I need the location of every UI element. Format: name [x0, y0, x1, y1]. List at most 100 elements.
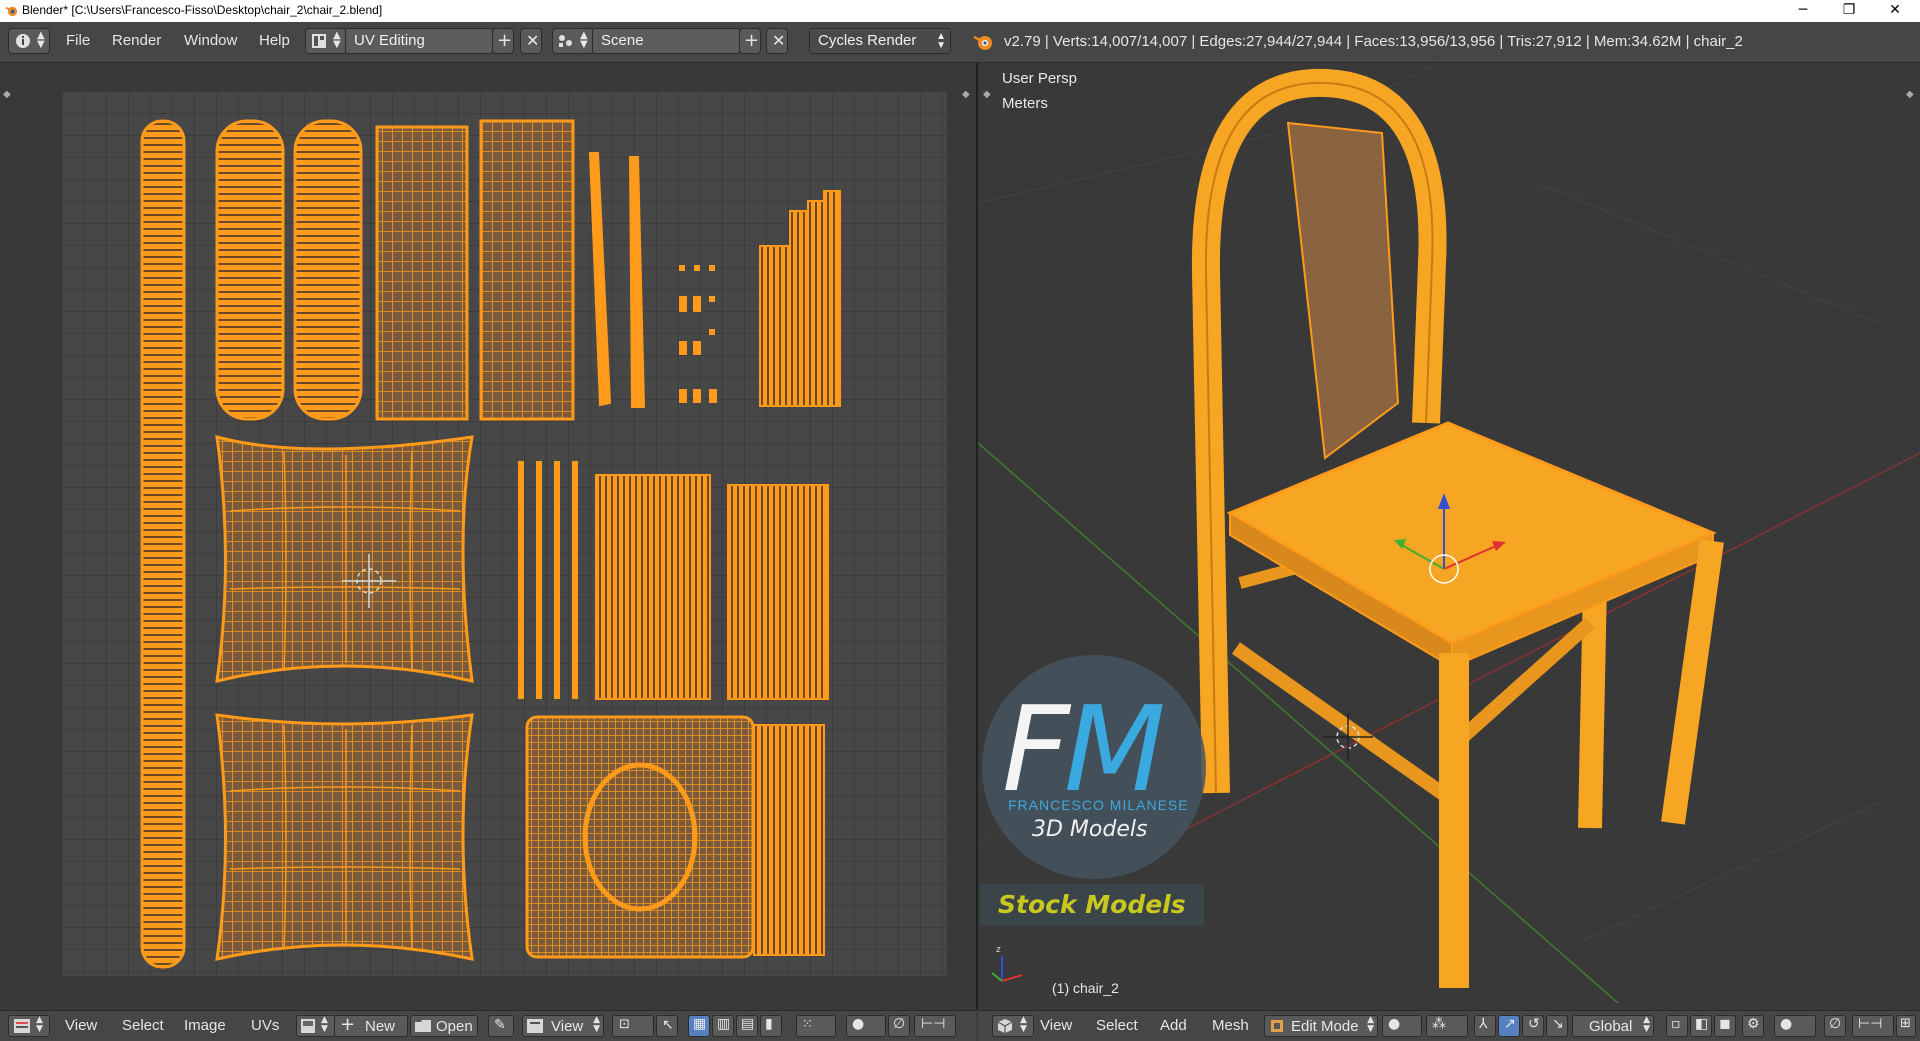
scale-icon: ↘ [1552, 1016, 1564, 1032]
manipulator-toggle-button[interactable]: ⅄ [1474, 1015, 1496, 1037]
uv-island-column-2[interactable] [479, 119, 575, 421]
pin-icon: ✎ [494, 1017, 506, 1033]
pin-button[interactable]: ✎ [488, 1015, 514, 1037]
translate-manipulator-button[interactable]: ↗ [1498, 1015, 1520, 1037]
add-scene-button[interactable]: + [739, 28, 761, 54]
uv-island-oval-2[interactable] [293, 119, 363, 421]
minimize-button[interactable]: ─ [1780, 0, 1826, 22]
menu-file[interactable]: File [66, 32, 90, 49]
delete-scene-button[interactable]: ✕ [766, 28, 788, 54]
viewport-menu-add[interactable]: Add [1160, 1017, 1187, 1034]
rotate-manipulator-button[interactable]: ↺ [1522, 1015, 1544, 1037]
viewport-menu-mesh[interactable]: Mesh [1212, 1017, 1249, 1034]
new-image-button[interactable]: + New [334, 1014, 408, 1037]
blender-app-icon [5, 6, 18, 17]
editor-type-button[interactable]: ▲ ▼ [8, 1015, 50, 1037]
uv-grid[interactable] [62, 91, 947, 976]
delete-layout-button[interactable]: ✕ [520, 28, 542, 54]
face-select-icon: ▤ [741, 1016, 755, 1032]
updown-arrows-icon: ▲ ▼ [580, 30, 588, 50]
region-toggle-right-icon[interactable]: ◆ [962, 89, 970, 100]
sync-select-button[interactable]: ⁙ [796, 1015, 836, 1037]
uv-island-column-1[interactable] [375, 125, 469, 421]
screen-layout-icon [312, 34, 326, 48]
3d-view-icon [997, 1019, 1013, 1033]
scene-field[interactable]: Scene [592, 28, 740, 54]
render-engine-select[interactable]: Cycles Render ▲ ▼ [809, 28, 951, 54]
viewport-editor-type-button[interactable]: ▲ ▼ [992, 1015, 1034, 1037]
snap-target-button[interactable]: ⊞ [1896, 1015, 1916, 1037]
uv-island-dense-strip[interactable] [753, 724, 825, 956]
uv-island-small-pieces[interactable] [679, 265, 717, 403]
menu-window[interactable]: Window [184, 32, 237, 49]
uv-island-seat-top[interactable] [215, 434, 474, 683]
snap-toggle-button[interactable]: ∅ [1824, 1015, 1846, 1037]
uv-island-oval-1[interactable] [215, 119, 285, 421]
plus-icon: + [497, 30, 513, 51]
blender-logo-icon [973, 35, 992, 50]
orientation-select[interactable]: Global ▲ ▼ [1572, 1015, 1654, 1037]
snap-button[interactable]: ∅ [888, 1015, 910, 1037]
viewport-footer: ▲ ▼ View Select Add Mesh Edit Mode ▲ ▼ ● ⁂… [978, 1010, 1920, 1041]
add-layout-button[interactable]: + [492, 28, 514, 54]
updown-arrows-icon: ▲ ▼ [1020, 1015, 1027, 1034]
uv-island-long-strip[interactable] [140, 119, 186, 969]
viewport-shading-button[interactable]: ● [1382, 1015, 1422, 1037]
footer-menu-image[interactable]: Image [184, 1017, 226, 1034]
pivot-button[interactable]: ⊡ [612, 1015, 654, 1037]
uv-select-edge-button[interactable]: ▥ [712, 1015, 734, 1037]
uv-select-island-button[interactable]: ▮ [760, 1015, 782, 1037]
scale-manipulator-button[interactable]: ↘ [1546, 1015, 1568, 1037]
vertex-select-mode-button[interactable]: ▫ [1666, 1015, 1688, 1037]
open-image-button[interactable]: Open [410, 1015, 478, 1037]
island-select-icon: ▮ [765, 1016, 773, 1032]
snap-element-select[interactable]: ⊢⊣ [1852, 1015, 1894, 1037]
uv-island-thin-strip-2[interactable] [628, 156, 646, 408]
uv-select-face-button[interactable]: ▤ [736, 1015, 758, 1037]
region-toggle-left-icon[interactable]: ◆ [3, 89, 11, 100]
sticky-select-button[interactable]: ↖ [656, 1015, 678, 1037]
proportional-editing-button[interactable]: ● [1774, 1015, 1816, 1037]
uv-island-leg-strips[interactable] [595, 474, 829, 700]
x-icon: ✕ [772, 31, 786, 50]
updown-arrows-icon: ▲ ▼ [333, 30, 341, 50]
uv-island-thin-strip-1[interactable] [588, 152, 612, 407]
screen-layout-button[interactable]: ▲ ▼ [305, 28, 347, 54]
face-select-mode-button[interactable]: ◼ [1714, 1015, 1736, 1037]
view-mode-select[interactable]: View ▲ ▼ [522, 1015, 604, 1037]
manipulator-icon: ⅄ [1479, 1016, 1488, 1032]
snap-element-icon: ⊢⊣ [921, 1016, 946, 1032]
scene-stats: v2.79 | Verts:14,007/14,007 | Edges:27,9… [1004, 33, 1743, 50]
menu-render[interactable]: Render [112, 32, 161, 49]
scene-button[interactable]: ▲ ▼ [552, 28, 594, 54]
proportional-edit-button[interactable]: ● [846, 1015, 886, 1037]
uv-island-rods[interactable] [518, 461, 578, 699]
uv-island-dense-square[interactable] [525, 715, 755, 959]
uv-select-vertex-button[interactable]: ▦ [688, 1015, 710, 1037]
image-editor-footer: ▲ ▼ View Select Image UVs ▲ ▼ + New Open ✎… [0, 1010, 976, 1041]
uv-island-stacked-bars[interactable] [759, 190, 841, 407]
footer-menu-view[interactable]: View [65, 1017, 97, 1034]
pivot-point-button[interactable]: ⁂ [1426, 1015, 1468, 1037]
uv-image-editor[interactable]: ◆ ◆ [0, 63, 976, 1010]
x-icon: ✕ [526, 31, 540, 50]
screen-layout-field[interactable]: UV Editing [345, 28, 493, 54]
viewport-shading-icon: ● [1388, 1016, 1401, 1032]
info-editor-type-button[interactable]: ▲ ▼ [8, 28, 50, 54]
image-browse-button[interactable]: ▲ ▼ [296, 1015, 336, 1037]
occlude-geometry-button[interactable]: ⚙ [1742, 1015, 1764, 1037]
edge-select-mode-button[interactable]: ◧ [1690, 1015, 1712, 1037]
footer-menu-select[interactable]: Select [122, 1017, 164, 1034]
viewport-menu-select[interactable]: Select [1096, 1017, 1138, 1034]
viewport-menu-view[interactable]: View [1040, 1017, 1072, 1034]
close-button[interactable]: ✕ [1872, 0, 1918, 22]
uv-islands[interactable] [62, 91, 947, 976]
restore-button[interactable]: ❐ [1826, 0, 1872, 22]
snap-element-button[interactable]: ⊢⊣ [914, 1015, 956, 1037]
chair-mesh[interactable] [1191, 68, 1724, 988]
menu-help[interactable]: Help [259, 32, 290, 49]
snap-icon: ∅ [893, 1016, 906, 1032]
footer-menu-uvs[interactable]: UVs [251, 1017, 279, 1034]
mode-select[interactable]: Edit Mode ▲ ▼ [1264, 1015, 1378, 1037]
uv-island-seat-bottom[interactable] [215, 713, 474, 961]
